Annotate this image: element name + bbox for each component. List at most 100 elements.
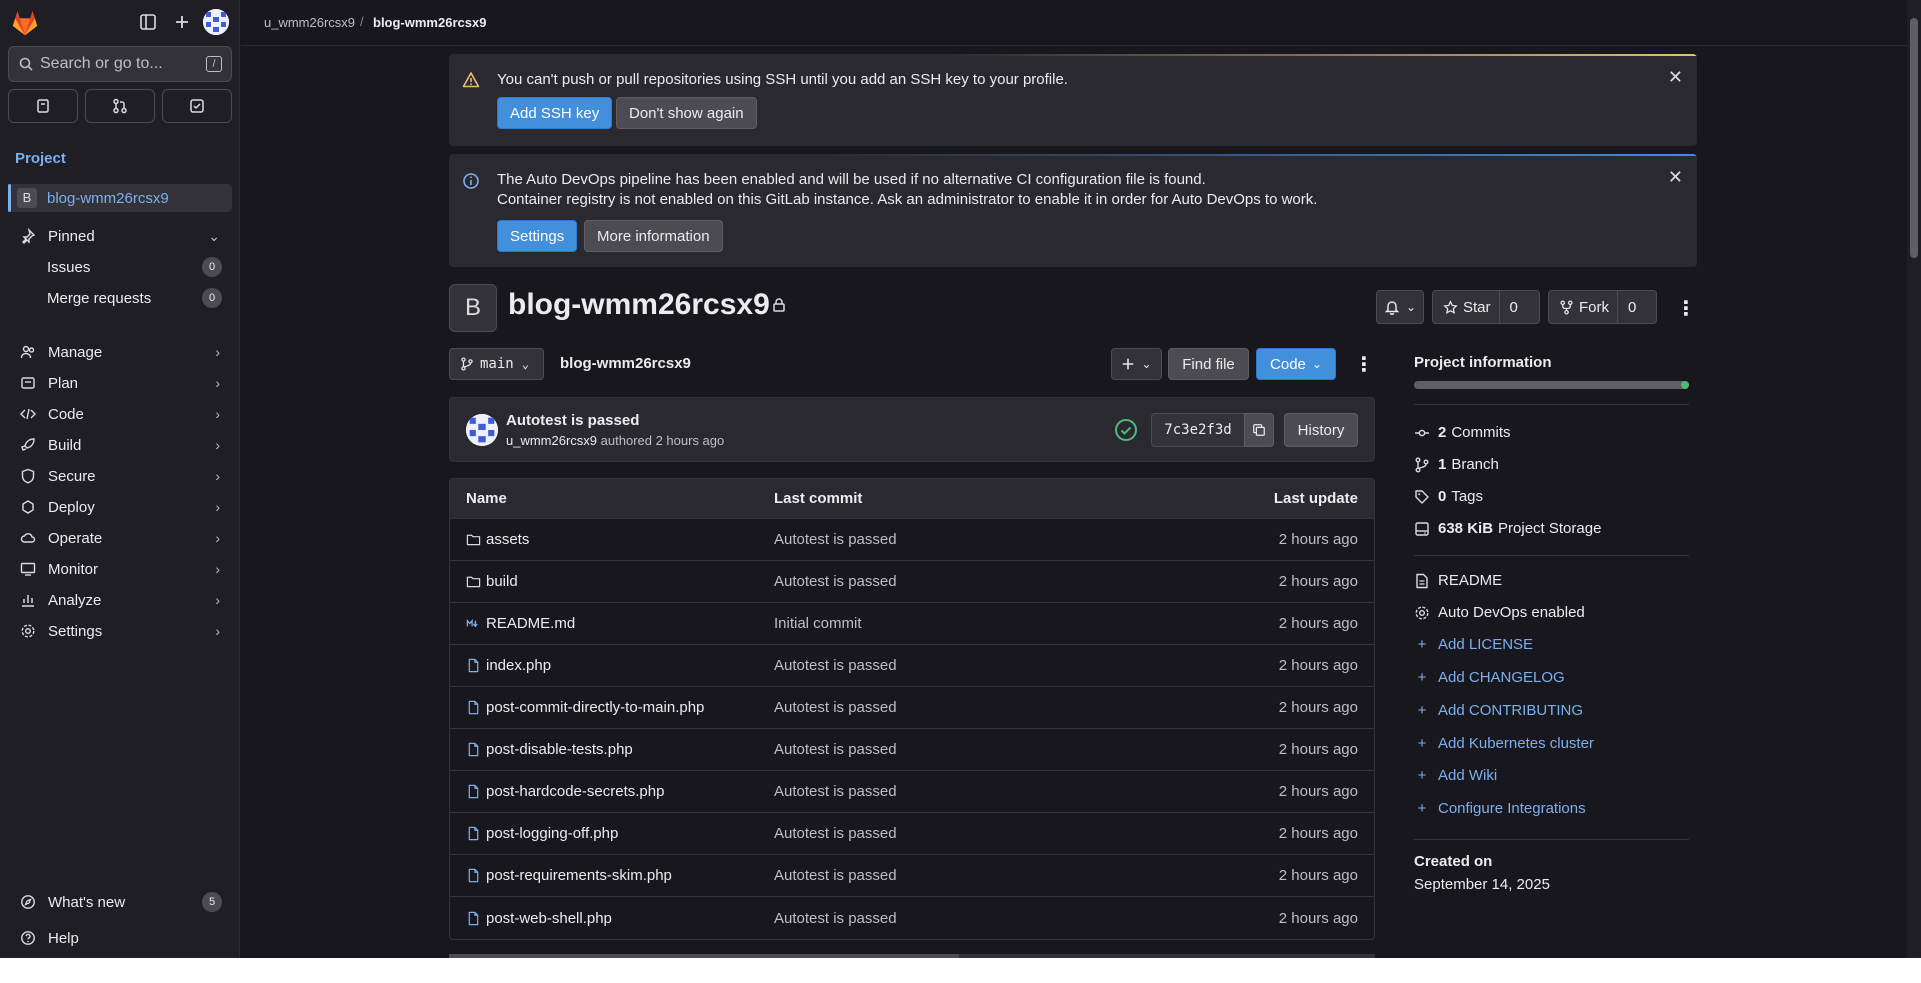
- tags-link[interactable]: 0 Tags: [1414, 488, 1483, 505]
- file-last-commit[interactable]: Autotest is passed: [774, 531, 897, 548]
- file-name-cell[interactable]: post-requirements-skim.php: [466, 867, 672, 884]
- file-name[interactable]: post-hardcode-secrets.php: [486, 783, 664, 800]
- table-row[interactable]: assets Autotest is passed 2 hours ago: [450, 519, 1374, 561]
- create-new-icon[interactable]: [170, 10, 194, 34]
- storage-link[interactable]: 638 KiB Project Storage: [1414, 520, 1601, 537]
- more-actions-icon[interactable]: ⋮: [1676, 296, 1696, 321]
- table-row[interactable]: post-logging-off.php Autotest is passed 2 …: [450, 813, 1374, 855]
- file-name[interactable]: post-commit-directly-to-main.php: [486, 699, 704, 716]
- table-row[interactable]: README.md Initial commit 2 hours ago: [450, 603, 1374, 645]
- repo-path[interactable]: blog-wmm26rcsx9: [560, 355, 691, 372]
- sidebar-item-analyze[interactable]: Analyze ›: [8, 586, 232, 614]
- author-avatar[interactable]: [466, 414, 498, 446]
- file-last-commit[interactable]: Autotest is passed: [774, 825, 897, 842]
- scroll-thumb[interactable]: [1910, 18, 1918, 258]
- history-button[interactable]: History: [1284, 413, 1358, 447]
- readme-link[interactable]: README: [1414, 572, 1502, 589]
- file-name[interactable]: post-logging-off.php: [486, 825, 618, 842]
- file-last-commit[interactable]: Autotest is passed: [774, 867, 897, 884]
- add-to-tree-button[interactable]: ⌄: [1111, 348, 1162, 380]
- configure-integrations-link[interactable]: + Configure Integrations: [1414, 800, 1586, 817]
- breadcrumb-owner[interactable]: u_wmm26rcsx9: [264, 15, 355, 30]
- file-name-cell[interactable]: post-logging-off.php: [466, 825, 618, 842]
- file-last-commit[interactable]: Autotest is passed: [774, 741, 897, 758]
- sidebar-item-deploy[interactable]: Deploy ›: [8, 493, 232, 521]
- file-name-cell[interactable]: post-web-shell.php: [466, 910, 612, 927]
- sidebar-item-code[interactable]: Code ›: [8, 400, 232, 428]
- add-license-link[interactable]: + Add LICENSE: [1414, 636, 1533, 653]
- file-last-commit[interactable]: Autotest is passed: [774, 699, 897, 716]
- file-name-cell[interactable]: post-commit-directly-to-main.php: [466, 699, 704, 716]
- more-actions-icon[interactable]: ⋮: [1354, 352, 1374, 377]
- add-changelog-link[interactable]: + Add CHANGELOG: [1414, 669, 1565, 686]
- table-row[interactable]: build Autotest is passed 2 hours ago: [450, 561, 1374, 603]
- dont-show-again-button[interactable]: Don't show again: [616, 97, 757, 129]
- table-row[interactable]: post-commit-directly-to-main.php Autotest…: [450, 687, 1374, 729]
- fork-count[interactable]: 0: [1617, 291, 1646, 323]
- sidebar-item-issues[interactable]: Issues 0: [47, 253, 232, 281]
- sidebar-item-whats-new[interactable]: What's new 5: [8, 888, 232, 916]
- table-row[interactable]: index.php Autotest is passed 2 hours ago: [450, 645, 1374, 687]
- more-information-button[interactable]: More information: [584, 220, 723, 252]
- table-row[interactable]: post-hardcode-secrets.php Autotest is pas…: [450, 771, 1374, 813]
- file-last-commit[interactable]: Autotest is passed: [774, 657, 897, 674]
- file-name[interactable]: index.php: [486, 657, 551, 674]
- commit-sha[interactable]: 7c3e2f3d: [1151, 413, 1245, 447]
- file-name[interactable]: post-disable-tests.php: [486, 741, 633, 758]
- table-row[interactable]: post-requirements-skim.php Autotest is pa…: [450, 855, 1374, 897]
- search-input[interactable]: Search or go to... /: [8, 46, 232, 82]
- add-ssh-key-button[interactable]: Add SSH key: [497, 97, 613, 129]
- file-name-cell[interactable]: build: [466, 573, 518, 590]
- auto-devops-link[interactable]: Auto DevOps enabled: [1414, 604, 1585, 621]
- assigned-issues-button[interactable]: [8, 89, 78, 123]
- todos-button[interactable]: [162, 89, 232, 123]
- commit-title[interactable]: Autotest is passed: [506, 412, 639, 429]
- close-icon[interactable]: ✕: [1668, 167, 1683, 188]
- file-name-cell[interactable]: post-hardcode-secrets.php: [466, 783, 664, 800]
- add-wiki-link[interactable]: + Add Wiki: [1414, 767, 1498, 784]
- close-icon[interactable]: ✕: [1668, 67, 1683, 88]
- star-count[interactable]: 0: [1498, 291, 1528, 323]
- notification-settings-button[interactable]: ⌄: [1376, 290, 1424, 324]
- file-name[interactable]: README.md: [486, 615, 575, 632]
- file-last-commit[interactable]: Autotest is passed: [774, 573, 897, 590]
- branches-link[interactable]: 1 Branch: [1414, 456, 1499, 473]
- sidebar-item-manage[interactable]: Manage ›: [8, 338, 232, 366]
- file-name-cell[interactable]: post-disable-tests.php: [466, 741, 633, 758]
- sidebar-item-build[interactable]: Build ›: [8, 431, 232, 459]
- find-file-button[interactable]: Find file: [1168, 348, 1249, 380]
- file-last-commit[interactable]: Autotest is passed: [774, 910, 897, 927]
- copy-sha-button[interactable]: [1244, 413, 1274, 447]
- pipeline-success-icon[interactable]: [1114, 418, 1138, 442]
- file-name[interactable]: post-requirements-skim.php: [486, 867, 672, 884]
- merge-requests-button[interactable]: [85, 89, 155, 123]
- file-name[interactable]: assets: [486, 531, 529, 548]
- sidebar-item-settings[interactable]: Settings ›: [8, 617, 232, 645]
- sidebar-item-operate[interactable]: Operate ›: [8, 524, 232, 552]
- toggle-sidebar-icon[interactable]: [136, 10, 160, 34]
- commit-author[interactable]: u_wmm26rcsx9: [506, 433, 597, 448]
- file-last-commit[interactable]: Autotest is passed: [774, 783, 897, 800]
- file-name-cell[interactable]: index.php: [466, 657, 551, 674]
- sidebar-item-secure[interactable]: Secure ›: [8, 462, 232, 490]
- file-name-cell[interactable]: README.md: [466, 615, 575, 632]
- branch-selector[interactable]: main ⌄: [449, 348, 544, 380]
- user-avatar[interactable]: [203, 9, 229, 35]
- settings-button[interactable]: Settings: [497, 220, 578, 252]
- file-last-commit[interactable]: Initial commit: [774, 615, 862, 632]
- sidebar-item-monitor[interactable]: Monitor ›: [8, 555, 232, 583]
- sidebar-item-help[interactable]: Help: [8, 924, 232, 952]
- code-dropdown-button[interactable]: Code ⌄: [1256, 348, 1336, 380]
- file-name[interactable]: build: [486, 573, 518, 590]
- commits-link[interactable]: 2 Commits: [1414, 424, 1511, 441]
- file-name-cell[interactable]: assets: [466, 531, 529, 548]
- gitlab-logo-icon[interactable]: [10, 8, 40, 38]
- vertical-scrollbar[interactable]: [1907, 0, 1921, 958]
- file-name[interactable]: post-web-shell.php: [486, 910, 612, 927]
- star-button[interactable]: Star 0: [1432, 290, 1540, 324]
- sidebar-item-plan[interactable]: Plan ›: [8, 369, 232, 397]
- sidebar-project-item[interactable]: B blog-wmm26rcsx9: [8, 184, 232, 212]
- table-row[interactable]: post-disable-tests.php Autotest is passed…: [450, 729, 1374, 771]
- add-kubernetes-cluster-link[interactable]: + Add Kubernetes cluster: [1414, 735, 1594, 752]
- sidebar-item-merge-requests[interactable]: Merge requests 0: [47, 284, 232, 312]
